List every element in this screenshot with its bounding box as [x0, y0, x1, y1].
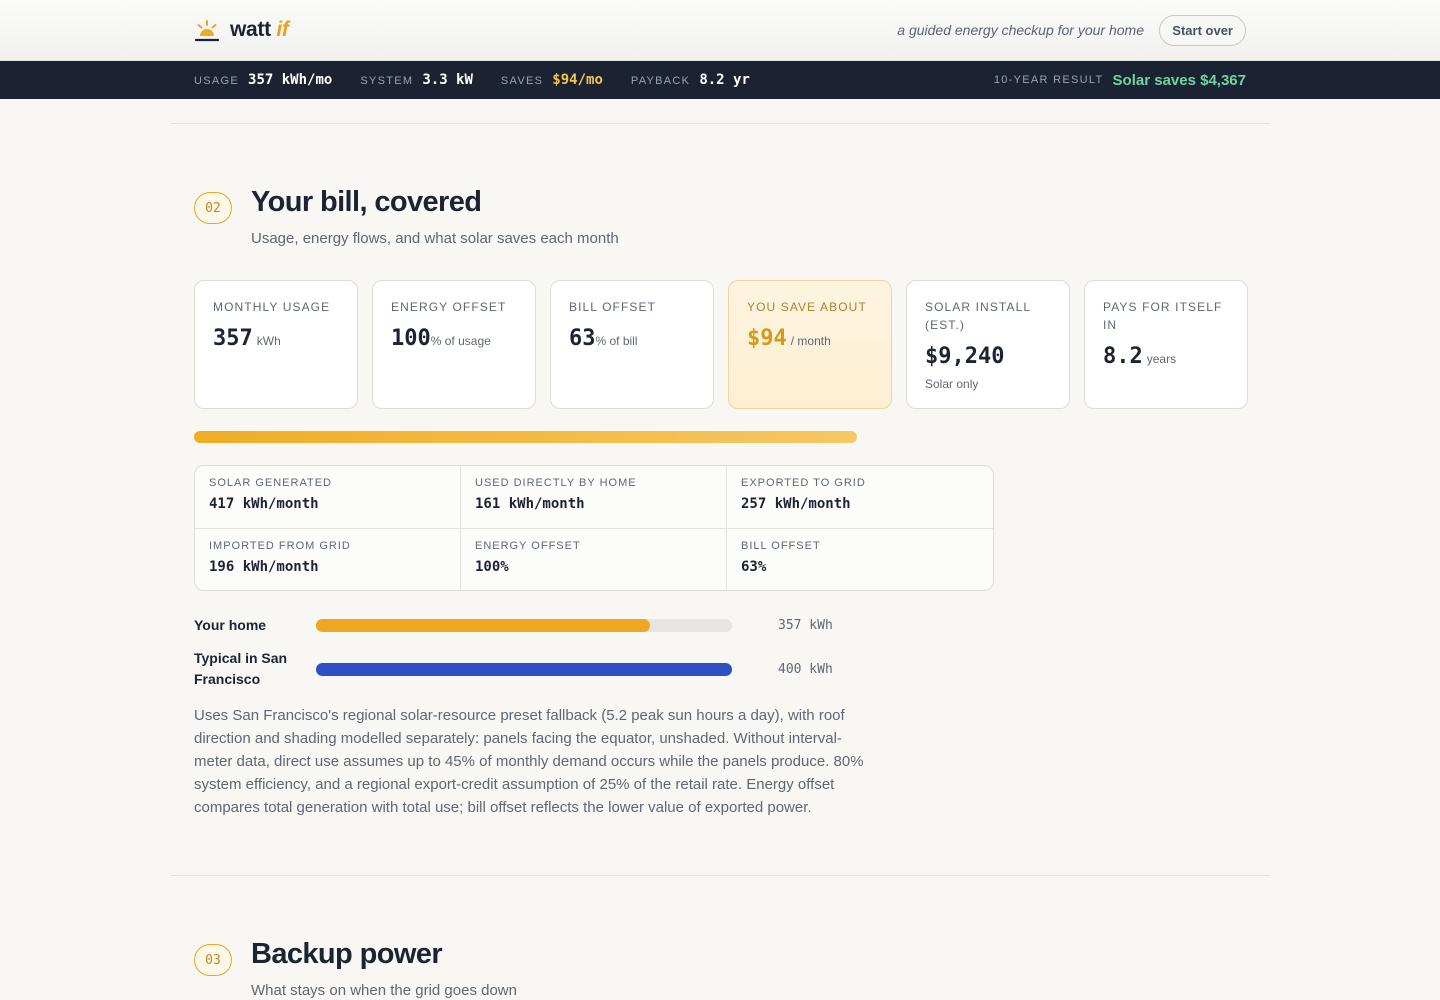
card-value: 357: [213, 326, 253, 351]
energy-offset-card: ENERGY OFFSET 100 % of usage: [372, 280, 536, 409]
flow-label: USED DIRECTLY BY HOME: [475, 477, 637, 489]
divider: [171, 875, 1270, 876]
flow-label: SOLAR GENERATED: [209, 477, 332, 489]
card-unit: kWh: [256, 334, 281, 348]
flow-label: ENERGY OFFSET: [475, 540, 581, 552]
comparison-value: 400 kWh: [778, 661, 833, 677]
section-subtitle: Usage, energy flows, and what solar save…: [251, 230, 619, 247]
stat-label: PAYBACK: [630, 75, 691, 87]
stat-value: 3.3 kW: [422, 72, 473, 88]
flow-cell: BILL OFFSET 63%: [727, 529, 993, 590]
payback-stat: PAYBACK 8.2 yr: [631, 72, 750, 88]
flow-value: 196 kWh/month: [209, 559, 319, 575]
flow-cell: EXPORTED TO GRID 257 kWh/month: [727, 466, 993, 529]
energy-flow-table: SOLAR GENERATED 417 kWh/month USED DIREC…: [194, 465, 994, 591]
comparison-fill-typical: [316, 662, 732, 676]
saves-stat: SAVES $94/mo: [501, 72, 603, 88]
stat-value: $94/mo: [552, 72, 603, 88]
flow-value: 63%: [741, 559, 767, 575]
card-value: 100: [391, 326, 431, 351]
comparison-row-typical: Typical in San Francisco 400 kWh: [194, 648, 833, 690]
install-cost-card: SOLAR INSTALL (EST.) $9,240 Solar only: [906, 280, 1070, 409]
comparison-track: [316, 619, 732, 632]
card-note: Solar only: [925, 377, 979, 391]
card-value: $9,240: [925, 344, 1005, 369]
sun-icon: [194, 17, 220, 43]
section-number: 02: [194, 192, 232, 224]
system-stat: SYSTEM 3.3 kW: [360, 72, 473, 88]
monthly-usage-card: MONTHLY USAGE 357 kWh: [194, 280, 358, 409]
ten-year-result: 10-YEAR RESULT Solar saves $4,367: [994, 61, 1246, 99]
section-title: Backup power: [251, 938, 443, 970]
card-label: ENERGY OFFSET: [391, 300, 507, 314]
payback-card: PAYS FOR ITSELF IN 8.2 years: [1084, 280, 1248, 409]
stat-label: SYSTEM: [360, 75, 414, 87]
stat-label: USAGE: [194, 75, 240, 87]
kpi-cards: MONTHLY USAGE 357 kWh ENERGY OFFSET 100 …: [194, 280, 1248, 409]
card-unit: years: [1146, 352, 1177, 366]
comparison-value: 357 kWh: [778, 618, 833, 633]
flow-cell: IMPORTED FROM GRID 196 kWh/month: [195, 529, 461, 590]
flow-cell: USED DIRECTLY BY HOME 161 kWh/month: [461, 466, 727, 529]
section-subtitle: What stays on when the grid goes down: [251, 982, 517, 999]
tagline: a guided energy checkup for your home: [897, 22, 1144, 38]
stat-label: SAVES: [500, 75, 544, 87]
comparison-label: Typical in San Francisco: [194, 650, 288, 687]
comparison-track: [316, 662, 732, 676]
flow-value: 417 kWh/month: [209, 496, 319, 512]
brand-name: watt if: [230, 18, 289, 41]
divider: [171, 123, 1270, 124]
result-label: 10-YEAR RESULT: [993, 74, 1104, 86]
comparison-row-home: Your home 357 kWh: [194, 615, 833, 636]
section-title: Your bill, covered: [251, 186, 482, 218]
card-label: BILL OFFSET: [569, 300, 657, 314]
card-unit: % of usage: [430, 334, 491, 348]
flow-label: EXPORTED TO GRID: [741, 477, 866, 489]
bill-offset-bar: [194, 431, 857, 443]
card-value: $94: [747, 326, 787, 351]
card-unit: / month: [790, 334, 831, 348]
savings-card: YOU SAVE ABOUT $94 / month: [728, 280, 892, 409]
usage-stat: USAGE 357 kWh/mo: [194, 72, 332, 88]
comparison-label: Your home: [194, 617, 267, 633]
card-value: 8.2: [1103, 344, 1143, 369]
card-value: 63: [569, 326, 596, 351]
card-label: MONTHLY USAGE: [213, 300, 331, 314]
card-label: SOLAR INSTALL (EST.): [925, 300, 1031, 332]
brand-logo[interactable]: watt if: [194, 17, 289, 43]
flow-value: 257 kWh/month: [741, 496, 851, 512]
card-label: PAYS FOR ITSELF IN: [1103, 300, 1223, 332]
flow-cell: ENERGY OFFSET 100%: [461, 529, 727, 590]
card-unit: % of bill: [595, 334, 638, 348]
stat-value: 357 kWh/mo: [248, 72, 333, 88]
result-value: Solar saves $4,367: [1112, 71, 1246, 89]
start-over-button[interactable]: Start over: [1159, 15, 1246, 46]
stat-value: 8.2 yr: [699, 72, 750, 88]
flow-value: 161 kWh/month: [475, 496, 585, 512]
summary-strip: USAGE 357 kWh/mo SYSTEM 3.3 kW SAVES $94…: [0, 61, 1440, 99]
methodology-note: Uses San Francisco's regional solar-reso…: [194, 707, 864, 816]
comparison-fill-home: [316, 619, 650, 632]
bill-offset-card: BILL OFFSET 63 % of bill: [550, 280, 714, 409]
flow-value: 100%: [475, 559, 509, 575]
flow-label: BILL OFFSET: [741, 540, 821, 552]
flow-cell: SOLAR GENERATED 417 kWh/month: [195, 466, 461, 529]
top-header: watt if a guided energy checkup for your…: [0, 0, 1440, 61]
section-number: 03: [194, 944, 232, 976]
flow-label: IMPORTED FROM GRID: [209, 540, 351, 552]
card-label: YOU SAVE ABOUT: [747, 300, 867, 314]
